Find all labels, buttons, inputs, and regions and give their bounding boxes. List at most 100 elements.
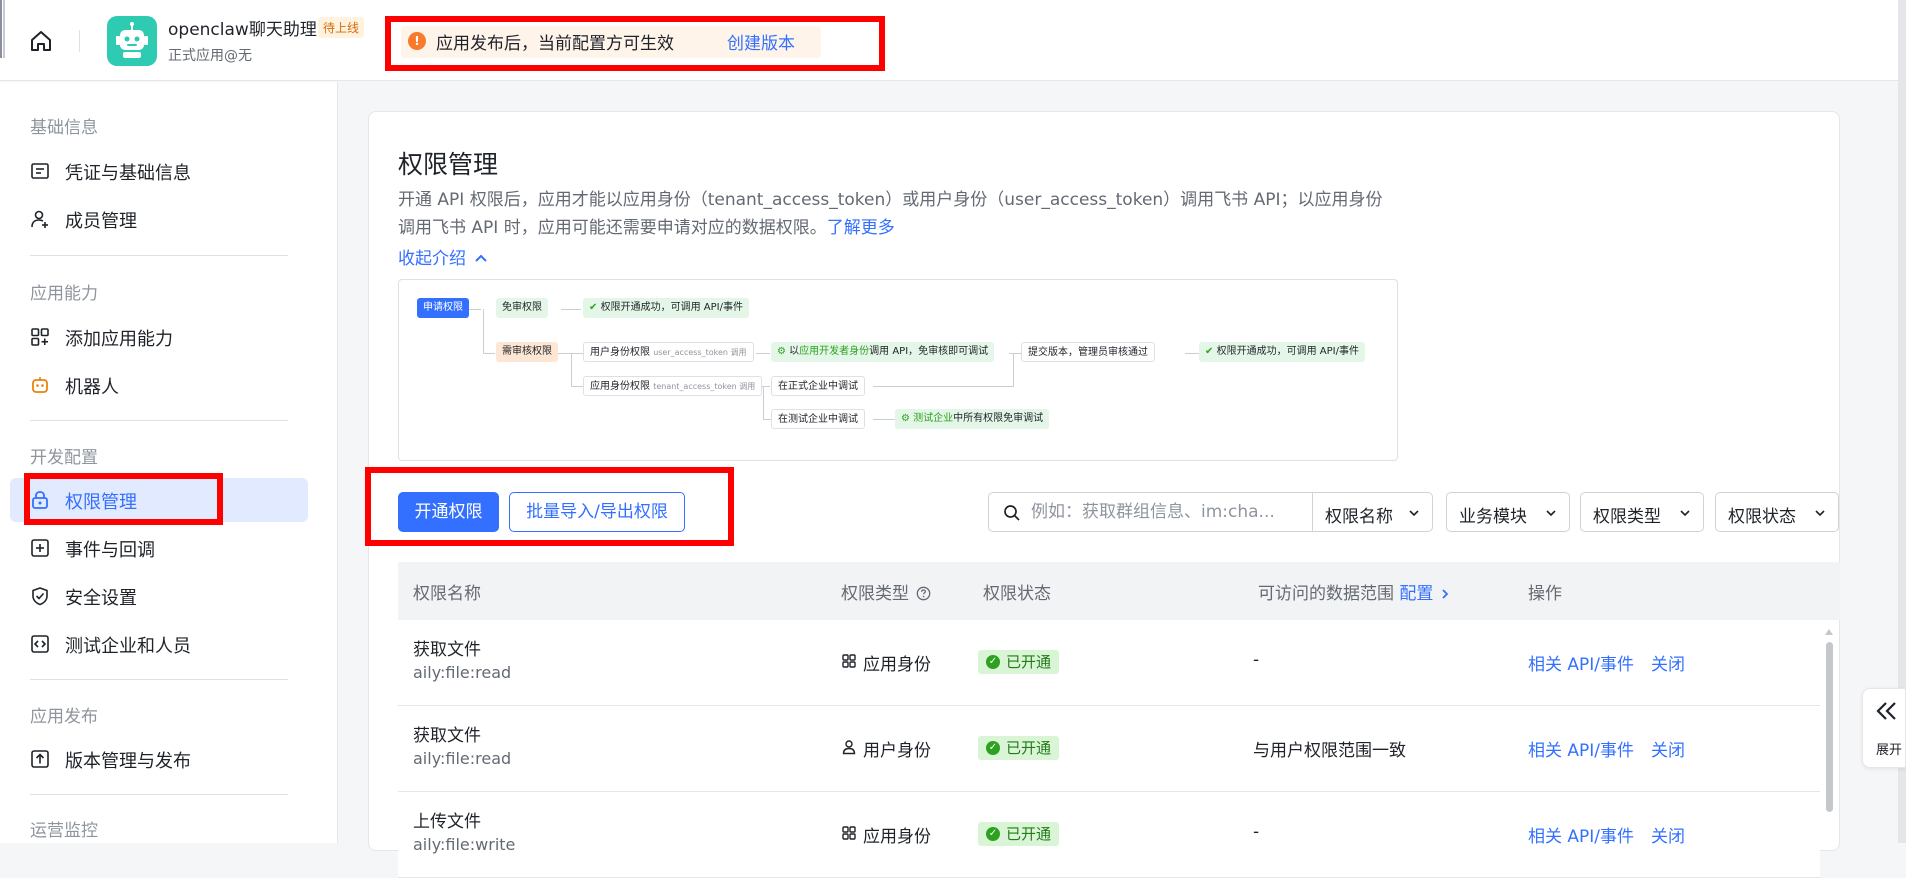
flow-node-dev-call: ⚙ 以应用开发者身份调用 API，免审核即可调试 [771, 342, 995, 362]
sidebar-item-robot[interactable]: 机器人 [10, 363, 308, 407]
expand-panel-button[interactable]: 展开 [1862, 688, 1906, 768]
select-value: 权限状态 [1728, 507, 1796, 527]
dev-icon: ⚙ [901, 413, 910, 424]
flow-text: 中所有权限免审调试 [953, 413, 1044, 424]
sidebar-item-credentials[interactable]: 凭证与基础信息 [10, 149, 308, 193]
close-permission-link[interactable]: 关闭 [1651, 650, 1685, 675]
flow-text: 测试企业 [913, 413, 954, 424]
flow-line [1185, 353, 1199, 354]
flow-line [873, 419, 895, 420]
sidebar-item-members[interactable]: 成员管理 [10, 197, 308, 241]
search-input[interactable] [1031, 493, 1301, 531]
check-icon: ✔ [1205, 346, 1214, 357]
chevron-down-icon [1546, 510, 1556, 517]
select-value: 权限名称 [1325, 507, 1393, 527]
column-header-ops: 操作 [1528, 584, 1562, 604]
sidebar-divider [30, 794, 288, 795]
permission-type-label: 应用身份 [863, 827, 931, 847]
chevron-up-icon [475, 254, 488, 262]
flow-line [1009, 353, 1021, 354]
sidebar-divider [30, 420, 288, 421]
status-label: 已开通 [1006, 739, 1052, 757]
flow-line [756, 353, 770, 354]
flow-line [873, 386, 1013, 387]
permission-flow-diagram: 申请权限 免审权限 ✔ 权限开通成功，可调用 API/事件 需审核权限 用户身份… [398, 279, 1398, 461]
flow-text: user_access_token 调用 [653, 348, 747, 357]
collapse-intro-button[interactable]: 收起介绍 [398, 244, 488, 269]
business-module-filter[interactable]: 业务模块 [1446, 492, 1570, 532]
related-api-link[interactable]: 相关 API/事件 [1528, 736, 1634, 761]
column-header-label: 权限类型 [841, 584, 909, 604]
permission-type: 应用身份 [841, 822, 931, 847]
flow-line [556, 353, 584, 354]
flow-text: 调用 API，免审核即可调试 [869, 346, 989, 357]
sidebar-item-test-tenant[interactable]: 测试企业和人员 [10, 622, 308, 666]
sidebar-item-security[interactable]: 安全设置 [10, 574, 308, 618]
event-add-icon [30, 538, 50, 558]
app-name: openclaw聊天助理 [168, 20, 317, 40]
sidebar-item-label: 测试企业和人员 [65, 636, 191, 657]
sidebar-section-capabilities: 应用能力 [30, 284, 98, 304]
check-circle-icon: ✓ [986, 655, 1000, 669]
sidebar-item-events[interactable]: 事件与回调 [10, 526, 308, 570]
permission-code: aily:file:read [413, 663, 512, 682]
table-header: 权限名称 权限类型 权限状态 可访问的数据范围 配置 操作 [398, 562, 1840, 620]
close-permission-link[interactable]: 关闭 [1651, 822, 1685, 847]
close-permission-link[interactable]: 关闭 [1651, 736, 1685, 761]
related-api-link[interactable]: 相关 API/事件 [1528, 822, 1634, 847]
chevron-down-icon [1815, 510, 1825, 517]
help-icon[interactable] [916, 586, 931, 601]
robot-icon [30, 375, 50, 395]
highlight-frame [24, 473, 223, 525]
flow-line [561, 309, 581, 310]
permission-type: 应用身份 [841, 650, 931, 675]
page-description: 开通 API 权限后，应用才能以应用身份（tenant_access_token… [398, 186, 1398, 242]
permission-search[interactable] [988, 492, 1313, 532]
flow-text: tenant_access_token 调用 [653, 382, 756, 391]
flow-line [571, 386, 583, 387]
dev-icon: ⚙ [777, 346, 786, 357]
flow-node-user-perm: 用户身份权限 user_access_token 调用 [583, 342, 754, 362]
flow-text: 应用开发者身份 [799, 346, 870, 357]
expand-label: 展开 [1876, 743, 1903, 758]
select-value: 权限类型 [1593, 507, 1661, 527]
permission-type-label: 用户身份 [863, 741, 931, 761]
chevron-right-icon [1442, 589, 1449, 599]
flow-node-app-perm: 应用身份权限 tenant_access_token 调用 [583, 376, 763, 396]
collapse-label: 收起介绍 [398, 249, 466, 269]
id-card-icon [30, 161, 50, 181]
sidebar-item-label: 凭证与基础信息 [65, 163, 191, 184]
flow-text: 权限开通成功，可调用 API/事件 [1216, 346, 1359, 357]
home-icon[interactable] [27, 27, 55, 55]
sidebar-item-add-capability[interactable]: 添加应用能力 [10, 315, 308, 359]
top-bar: openclaw聊天助理 待上线 正式应用@无 ! 应用发布后，当前配置方可生效… [0, 0, 1906, 81]
check-icon: ✔ [589, 302, 598, 313]
permission-type-filter[interactable]: 权限类型 [1580, 492, 1704, 532]
check-circle-icon: ✓ [986, 741, 1000, 755]
table-scrollbar[interactable] [1826, 642, 1833, 812]
data-scope: - [1253, 822, 1260, 842]
scope-config-link[interactable]: 配置 [1399, 584, 1450, 604]
flow-line [763, 386, 764, 420]
scope-config-label: 配置 [1399, 584, 1434, 604]
sidebar-item-versions[interactable]: 版本管理与发布 [10, 737, 308, 781]
permission-status-filter[interactable]: 权限状态 [1715, 492, 1839, 532]
flow-line [763, 419, 771, 420]
column-header-label: 可访问的数据范围 [1258, 584, 1394, 604]
flow-node-apply: 申请权限 [417, 298, 469, 318]
sidebar-divider [30, 255, 288, 256]
learn-more-link[interactable]: 了解更多 [827, 218, 895, 238]
sidebar-item-label: 成员管理 [65, 211, 137, 232]
related-api-link[interactable]: 相关 API/事件 [1528, 650, 1634, 675]
permission-name: 获取文件 [413, 640, 481, 660]
shield-icon [30, 586, 50, 606]
search-scope-select[interactable]: 权限名称 [1312, 492, 1433, 532]
flow-text: 权限开通成功，可调用 API/事件 [600, 302, 743, 313]
chevron-down-icon [1680, 510, 1690, 517]
flow-node-test-debug: 在测试企业中调试 [771, 409, 865, 429]
scroll-up-arrow[interactable] [1824, 628, 1834, 636]
double-chevron-left-icon [1876, 702, 1896, 720]
table-row: 上传文件 aily:file:write 应用身份 ✓ 已开通 - 相关 API… [398, 792, 1820, 878]
status-badge: ✓ 已开通 [978, 736, 1060, 760]
status-label: 已开通 [1006, 825, 1052, 843]
